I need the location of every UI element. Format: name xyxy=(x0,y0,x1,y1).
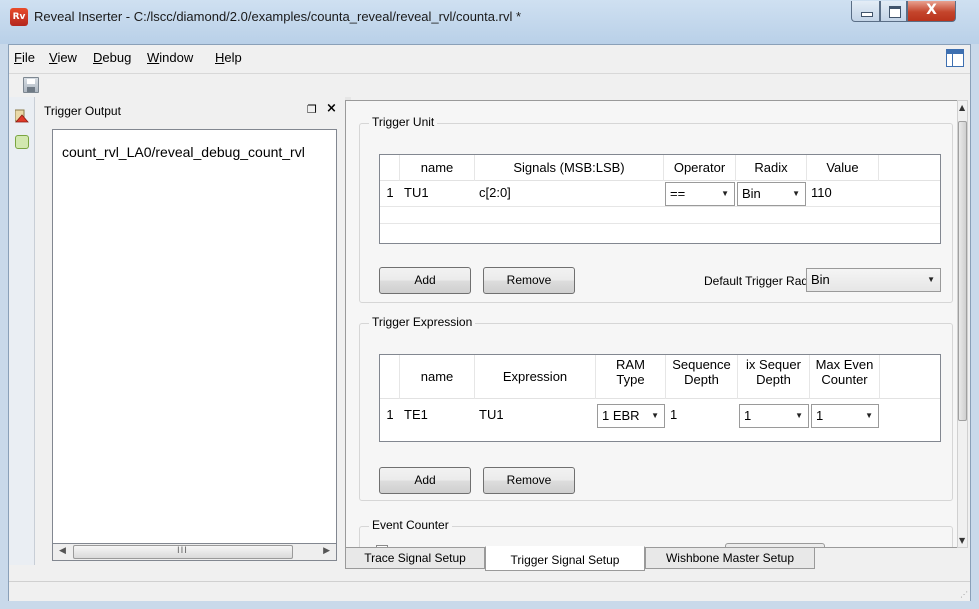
cell-sequence-depth[interactable]: 1 xyxy=(666,402,738,428)
trigger-expression-title: Trigger Expression xyxy=(369,315,476,329)
scroll-grip: III xyxy=(177,546,188,556)
tab-trigger-signal-setup[interactable]: Trigger Signal Setup xyxy=(485,546,645,571)
status-bar: ⋰ xyxy=(9,581,970,601)
minimize-button[interactable] xyxy=(851,1,880,22)
column-header-sequence-depth[interactable]: Sequence Depth xyxy=(666,355,738,399)
window-title: Reveal Inserter - C:/lscc/diamond/2.0/ex… xyxy=(34,9,522,24)
tab-wishbone-master-setup[interactable]: Wishbone Master Setup xyxy=(645,547,815,569)
list-item[interactable]: count_rvl_LA0/reveal_debug_count_rvl xyxy=(62,144,305,160)
menu-view[interactable]: View xyxy=(49,50,77,65)
scroll-down-icon[interactable]: ▼ xyxy=(959,536,965,545)
header-line: ix Sequer xyxy=(746,357,801,372)
title-bar: Rv Reveal Inserter - C:/lscc/diamond/2.0… xyxy=(0,0,979,44)
save-icon[interactable] xyxy=(23,77,39,93)
trigger-unit-table: name Signals (MSB:LSB) Operator Radix Va… xyxy=(379,154,941,244)
row-number: 1 xyxy=(386,185,394,200)
header-line: Depth xyxy=(684,372,719,387)
table-corner xyxy=(380,355,400,399)
cell-signals[interactable]: c[2:0] xyxy=(475,180,664,206)
column-header-signals[interactable]: Signals (MSB:LSB) xyxy=(475,155,664,181)
trigger-output-list[interactable]: count_rvl_LA0/reveal_debug_count_rvl xyxy=(52,129,337,551)
table-header: name Expression RAM Type Sequence Depth … xyxy=(380,355,940,399)
menu-window[interactable]: Window xyxy=(147,50,193,65)
resize-grip-icon[interactable]: ⋰ xyxy=(960,590,968,599)
trigger-expression-add-button[interactable]: Add xyxy=(379,467,471,494)
scroll-thumb[interactable]: III xyxy=(73,545,293,559)
menu-file[interactable]: File xyxy=(14,50,35,65)
app-icon: Rv xyxy=(10,8,28,26)
default-radix-select[interactable]: Bin xyxy=(806,268,941,292)
max-sequence-depth-select[interactable]: 1 xyxy=(739,404,809,428)
trigger-unit-add-button[interactable]: Add xyxy=(379,267,471,294)
header-line: Max Even xyxy=(815,357,874,372)
output-icon[interactable] xyxy=(15,135,29,149)
column-header-max-event-counter[interactable]: Max Even Counter xyxy=(810,355,880,399)
column-header-name[interactable]: name xyxy=(400,355,475,399)
column-header-name[interactable]: name xyxy=(400,155,475,181)
cell-name[interactable]: TU1 xyxy=(400,180,475,206)
column-header-ram-type[interactable]: RAM Type xyxy=(596,355,666,399)
window-client-area: File View Debug Window Help Trigger Outp… xyxy=(8,44,971,601)
scroll-right-icon[interactable]: ▶ xyxy=(323,546,330,556)
column-header-radix[interactable]: Radix xyxy=(736,155,807,181)
operator-select[interactable]: == xyxy=(665,182,735,206)
row-divider xyxy=(380,206,940,207)
vertical-scrollbar[interactable]: ▲ ▼ xyxy=(957,100,968,548)
cell-expression[interactable]: TU1 xyxy=(475,402,596,428)
header-line: Depth xyxy=(756,372,791,387)
close-button[interactable]: X xyxy=(907,1,956,22)
ram-type-select[interactable]: 1 EBR xyxy=(597,404,665,428)
cell-name[interactable]: TE1 xyxy=(400,402,475,428)
scroll-thumb[interactable] xyxy=(958,121,967,421)
horizontal-scrollbar[interactable]: ◀ III ▶ xyxy=(52,543,337,561)
close-icon: X xyxy=(926,2,937,18)
column-header-value[interactable]: Value xyxy=(807,155,879,181)
table-header: name Signals (MSB:LSB) Operator Radix Va… xyxy=(380,155,940,181)
trigger-unit-remove-button[interactable]: Remove xyxy=(483,267,575,294)
toolbar xyxy=(9,73,970,97)
setup-content-area: Trigger Unit name Signals (MSB:LSB) Oper… xyxy=(345,100,962,548)
column-header-expression[interactable]: Expression xyxy=(475,355,596,399)
header-line: Type xyxy=(616,372,645,387)
max-event-counter-select[interactable]: 1 xyxy=(811,404,879,428)
radix-select[interactable]: Bin xyxy=(737,182,806,206)
side-icon-strip xyxy=(9,97,35,565)
menu-debug[interactable]: Debug xyxy=(93,50,131,65)
float-icon[interactable]: ❐ xyxy=(307,103,317,116)
row-divider xyxy=(380,223,940,224)
header-line: Sequence xyxy=(672,357,731,372)
table-corner xyxy=(380,155,400,181)
trigger-unit-title: Trigger Unit xyxy=(369,115,438,129)
header-line: Counter xyxy=(821,372,868,387)
scroll-left-icon[interactable]: ◀ xyxy=(59,546,66,556)
default-radix-label: Default Trigger Radix xyxy=(704,274,817,288)
trigger-expression-remove-button[interactable]: Remove xyxy=(483,467,575,494)
menu-bar: File View Debug Window Help xyxy=(9,45,970,73)
tab-trace-signal-setup[interactable]: Trace Signal Setup xyxy=(345,547,485,569)
menu-help[interactable]: Help xyxy=(215,50,242,65)
cell-value[interactable]: 110 xyxy=(807,180,879,206)
layout-icon[interactable] xyxy=(946,49,964,67)
scroll-up-icon[interactable]: ▲ xyxy=(959,103,965,112)
column-header-operator[interactable]: Operator xyxy=(664,155,736,181)
maximize-button[interactable] xyxy=(880,1,907,22)
column-header-max-sequence-depth[interactable]: ix Sequer Depth xyxy=(738,355,810,399)
trigger-expression-table: name Expression RAM Type Sequence Depth … xyxy=(379,354,941,442)
row-number: 1 xyxy=(386,407,394,422)
trigger-output-panel: Trigger Output ❐ × count_rvl_LA0/reveal_… xyxy=(35,97,345,565)
warning-icon[interactable] xyxy=(15,109,29,123)
panel-title: Trigger Output xyxy=(44,104,121,118)
header-line: RAM xyxy=(616,357,645,372)
event-counter-title: Event Counter xyxy=(369,518,452,532)
panel-close-icon[interactable]: × xyxy=(326,101,337,116)
panel-header: Trigger Output ❐ × xyxy=(35,97,345,123)
